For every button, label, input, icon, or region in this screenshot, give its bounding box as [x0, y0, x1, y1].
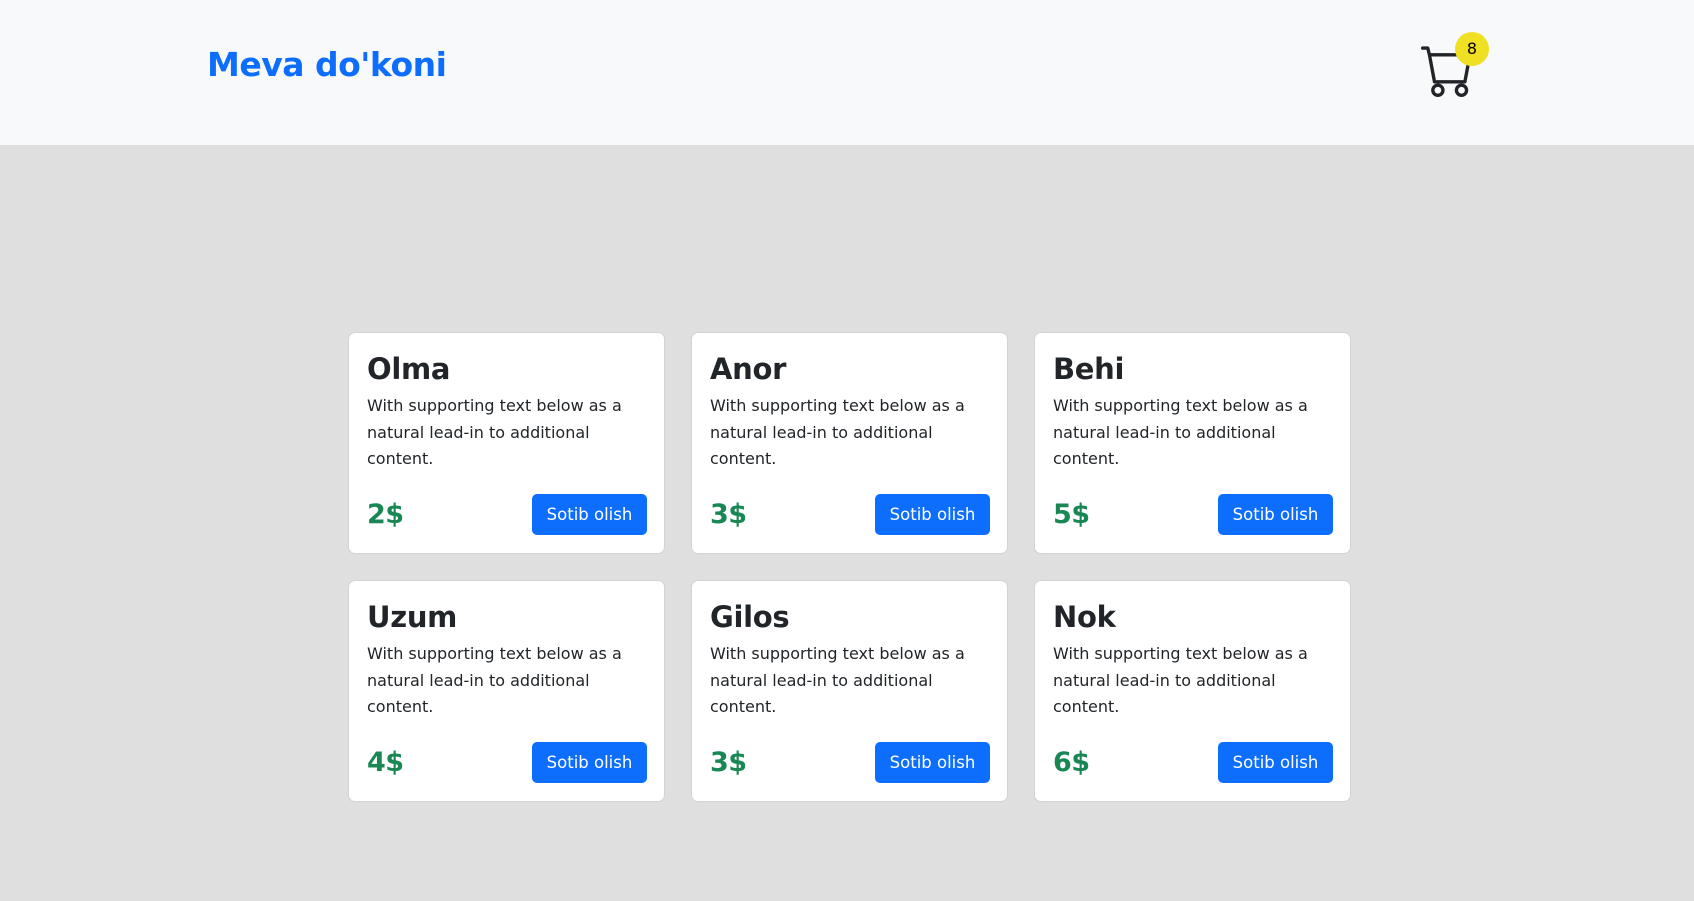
product-description: With supporting text below as a natural …	[367, 396, 622, 468]
product-price: 6$	[1053, 746, 1090, 778]
product-description: With supporting text below as a natural …	[710, 396, 965, 468]
product-title: Uzum	[367, 600, 458, 634]
product-footer: 6$ Sotib olish	[1053, 741, 1333, 783]
product-card: Gilos With supporting text below as a na…	[691, 580, 1008, 802]
buy-button[interactable]: Sotib olish	[1218, 741, 1333, 783]
buy-button[interactable]: Sotib olish	[532, 493, 647, 535]
buy-button[interactable]: Sotib olish	[875, 493, 990, 535]
product-title: Nok	[1053, 600, 1116, 634]
product-description: With supporting text below as a natural …	[1053, 396, 1308, 468]
cart-count-badge: 8	[1455, 32, 1489, 66]
product-footer: 4$ Sotib olish	[367, 741, 647, 783]
product-card: Behi With supporting text below as a nat…	[1034, 332, 1351, 554]
product-footer: 3$ Sotib olish	[710, 493, 990, 535]
product-footer: 2$ Sotib olish	[367, 493, 647, 535]
product-price: 3$	[710, 746, 747, 778]
product-price: 4$	[367, 746, 404, 778]
product-title: Behi	[1053, 352, 1125, 386]
product-description: With supporting text below as a natural …	[710, 644, 965, 716]
product-footer: 3$ Sotib olish	[710, 741, 990, 783]
product-title: Gilos	[710, 600, 790, 634]
product-price: 3$	[710, 498, 747, 530]
product-price: 5$	[1053, 498, 1090, 530]
buy-button[interactable]: Sotib olish	[1218, 493, 1333, 535]
product-grid: Olma With supporting text below as a nat…	[348, 332, 1351, 802]
product-price: 2$	[367, 498, 404, 530]
product-card: Uzum With supporting text below as a nat…	[348, 580, 665, 802]
product-title: Anor	[710, 352, 787, 386]
cart-button[interactable]: 8	[1421, 32, 1491, 98]
product-description: With supporting text below as a natural …	[367, 644, 622, 716]
product-footer: 5$ Sotib olish	[1053, 493, 1333, 535]
product-card: Nok With supporting text below as a natu…	[1034, 580, 1351, 802]
product-card: Anor With supporting text below as a nat…	[691, 332, 1008, 554]
navbar: Meva do'koni 8	[0, 0, 1694, 145]
buy-button[interactable]: Sotib olish	[875, 741, 990, 783]
product-description: With supporting text below as a natural …	[1053, 644, 1308, 716]
product-card: Olma With supporting text below as a nat…	[348, 332, 665, 554]
buy-button[interactable]: Sotib olish	[532, 741, 647, 783]
product-title: Olma	[367, 352, 451, 386]
brand-link[interactable]: Meva do'koni	[207, 45, 447, 84]
